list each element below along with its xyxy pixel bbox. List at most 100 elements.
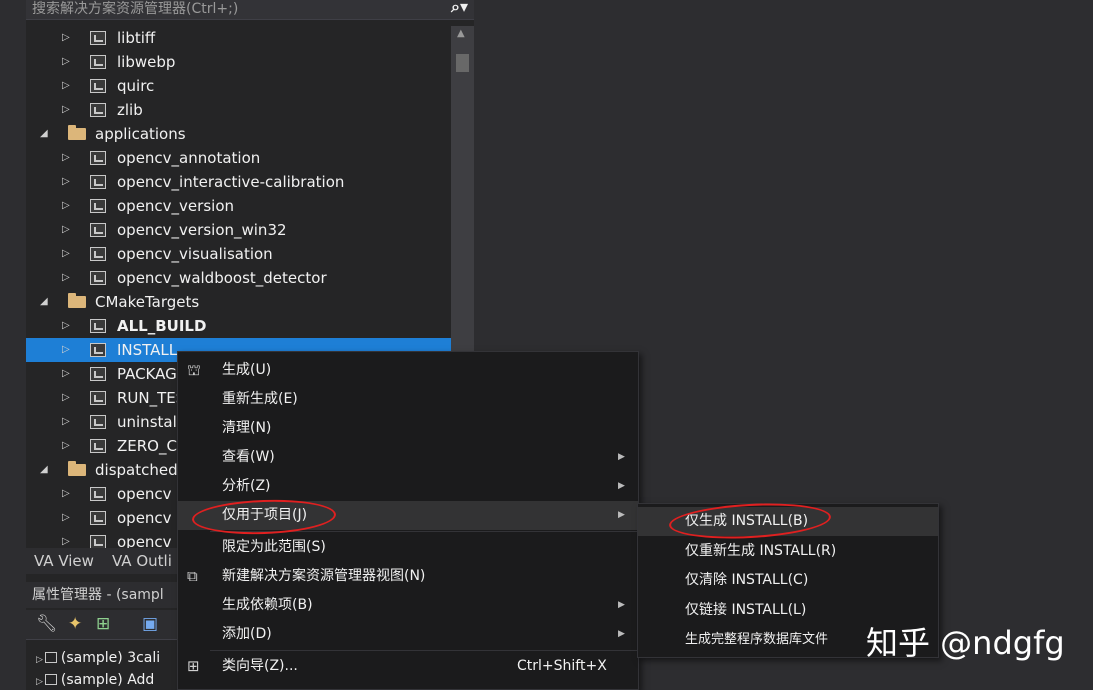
expander-icon[interactable]: ▷ xyxy=(36,677,43,687)
build-icon: ⛫ xyxy=(187,361,201,379)
watermark: 知乎 @ndgfg xyxy=(866,624,1065,662)
tree-project-row[interactable]: ▷ opencv_version_win32 xyxy=(26,218,451,242)
collapsed-arrow-icon[interactable]: ▷ xyxy=(62,338,70,362)
submenu-item[interactable]: 仅清除 INSTALL(C) xyxy=(638,566,938,595)
tree-project-row[interactable]: ▷ libtiff xyxy=(26,26,451,50)
project-icon xyxy=(90,487,106,501)
context-menu-item[interactable]: ⊞ 类向导(Z)... Ctrl+Shift+X xyxy=(178,652,638,681)
expanded-arrow-icon[interactable]: ◢ xyxy=(40,290,48,314)
tree-item-label: opencv_waldboost_detector xyxy=(117,269,327,287)
collapsed-arrow-icon[interactable]: ▷ xyxy=(62,242,70,266)
submenu-item[interactable]: 仅重新生成 INSTALL(R) xyxy=(638,537,938,566)
collapsed-arrow-icon[interactable]: ▷ xyxy=(62,98,70,122)
context-menu-item[interactable]: 添加(D) ▶ xyxy=(178,620,638,649)
search-icon[interactable]: ⌕▾ xyxy=(451,0,468,16)
tree-project-row[interactable]: ▷ opencv_waldboost_detector xyxy=(26,266,451,290)
tree-item-label: libwebp xyxy=(117,53,176,71)
context-menu-item[interactable]: 重新生成(E) xyxy=(178,385,638,414)
wand-icon[interactable]: ✦ xyxy=(68,614,82,634)
project-icon xyxy=(90,79,106,93)
menu-separator xyxy=(210,531,638,532)
new-view-icon: ⧉ xyxy=(187,567,198,585)
tree-item-label: opencv_visualisation xyxy=(117,245,273,263)
collapsed-arrow-icon[interactable]: ▷ xyxy=(62,530,70,548)
tree-project-row[interactable]: ▷ ALL_BUILD xyxy=(26,314,451,338)
project-icon xyxy=(90,415,106,429)
collapsed-arrow-icon[interactable]: ▷ xyxy=(62,74,70,98)
project-icon xyxy=(90,439,106,453)
submenu-item[interactable]: 仅生成 INSTALL(B) xyxy=(638,507,938,536)
tree-project-row[interactable]: ▷ opencv_visualisation xyxy=(26,242,451,266)
project-icon xyxy=(90,31,106,45)
context-menu-label: 仅用于项目(J) xyxy=(222,507,308,523)
save-icon[interactable]: ▣ xyxy=(142,614,158,634)
tree-project-row[interactable]: ▷ opencv_version xyxy=(26,194,451,218)
tree-project-row[interactable]: ▷ opencv_annotation xyxy=(26,146,451,170)
tree-project-row[interactable]: ▷ quirc xyxy=(26,74,451,98)
project-icon xyxy=(90,199,106,213)
collapsed-arrow-icon[interactable]: ▷ xyxy=(62,434,70,458)
expander-icon[interactable]: ▷ xyxy=(36,655,43,665)
submenu-label: 仅链接 INSTALL(L) xyxy=(685,601,807,618)
project-icon xyxy=(90,391,106,405)
project-icon xyxy=(90,55,106,69)
context-menu-label: 重新生成(E) xyxy=(222,391,298,407)
collapsed-arrow-icon[interactable]: ▷ xyxy=(62,266,70,290)
folder-icon xyxy=(68,293,86,308)
project-icon xyxy=(90,103,106,117)
add-sheet-icon[interactable]: ⊞ xyxy=(96,614,110,634)
tree-item-label: opencv xyxy=(117,533,172,548)
tab-va-outline[interactable]: VA Outli xyxy=(112,548,172,574)
property-row-label: (sample) 3cali xyxy=(60,650,161,666)
collapsed-arrow-icon[interactable]: ▷ xyxy=(62,386,70,410)
collapsed-arrow-icon[interactable]: ▷ xyxy=(62,482,70,506)
property-row-label: (sample) Add xyxy=(60,672,155,688)
expanded-arrow-icon[interactable]: ◢ xyxy=(40,122,48,146)
collapsed-arrow-icon[interactable]: ▷ xyxy=(62,410,70,434)
collapsed-arrow-icon[interactable]: ▷ xyxy=(62,194,70,218)
tree-project-row[interactable]: ▷ zlib xyxy=(26,98,451,122)
tree-item-label: opencv_version_win32 xyxy=(117,221,287,239)
collapsed-arrow-icon[interactable]: ▷ xyxy=(62,146,70,170)
project-icon xyxy=(90,271,106,285)
project-icon xyxy=(90,223,106,237)
expanded-arrow-icon[interactable]: ◢ xyxy=(40,458,48,482)
collapsed-arrow-icon[interactable]: ▷ xyxy=(62,170,70,194)
context-menu-item[interactable]: 生成依赖项(B) ▶ xyxy=(178,591,638,620)
tree-item-label: uninstall xyxy=(117,413,181,431)
tree-project-row[interactable]: ▷ opencv_interactive-calibration xyxy=(26,170,451,194)
project-icon xyxy=(44,652,57,663)
context-menu-item[interactable]: 查看(W) ▶ xyxy=(178,443,638,472)
tree-folder-row[interactable]: ◢ applications xyxy=(26,122,451,146)
collapsed-arrow-icon[interactable]: ▷ xyxy=(62,218,70,242)
collapsed-arrow-icon[interactable]: ▷ xyxy=(62,50,70,74)
collapsed-arrow-icon[interactable]: ▷ xyxy=(62,506,70,530)
tree-item-label: dispatched xyxy=(95,461,178,479)
tab-va-view[interactable]: VA View xyxy=(34,548,94,574)
context-menu-label: 添加(D) xyxy=(222,626,272,642)
tree-item-label: opencv_interactive-calibration xyxy=(117,173,345,191)
submenu-arrow-icon: ▶ xyxy=(618,600,625,610)
scroll-up-arrow-icon[interactable]: ▲ xyxy=(457,28,465,39)
context-menu-item[interactable]: ⛫ 生成(U) xyxy=(178,356,638,385)
context-menu-label: 类向导(Z)... xyxy=(222,658,298,674)
collapsed-arrow-icon[interactable]: ▷ xyxy=(62,26,70,50)
context-menu-item[interactable]: ⧉ 新建解决方案资源管理器视图(N) xyxy=(178,562,638,591)
collapsed-arrow-icon[interactable]: ▷ xyxy=(62,314,70,338)
solution-search-input[interactable]: 搜索解决方案资源管理器(Ctrl+;) ⌕▾ xyxy=(26,0,474,20)
context-menu-item[interactable]: 清理(N) xyxy=(178,414,638,443)
context-menu-item[interactable]: 仅用于项目(J) ▶ xyxy=(178,501,638,530)
collapsed-arrow-icon[interactable]: ▷ xyxy=(62,362,70,386)
context-menu-label: 查看(W) xyxy=(222,449,275,465)
context-menu-item[interactable]: 限定为此范围(S) xyxy=(178,533,638,562)
project-icon xyxy=(90,511,106,525)
tree-item-label: quirc xyxy=(117,77,155,95)
tree-item-label: opencv xyxy=(117,509,172,527)
tree-folder-row[interactable]: ◢ CMakeTargets xyxy=(26,290,451,314)
tree-project-row[interactable]: ▷ libwebp xyxy=(26,50,451,74)
left-edge-strip xyxy=(0,0,26,690)
context-menu-item[interactable]: 分析(Z) ▶ xyxy=(178,472,638,501)
scroll-thumb[interactable] xyxy=(456,54,469,72)
tree-item-label: opencv_annotation xyxy=(117,149,261,167)
wrench-icon[interactable]: 🔧︎ xyxy=(36,614,58,634)
